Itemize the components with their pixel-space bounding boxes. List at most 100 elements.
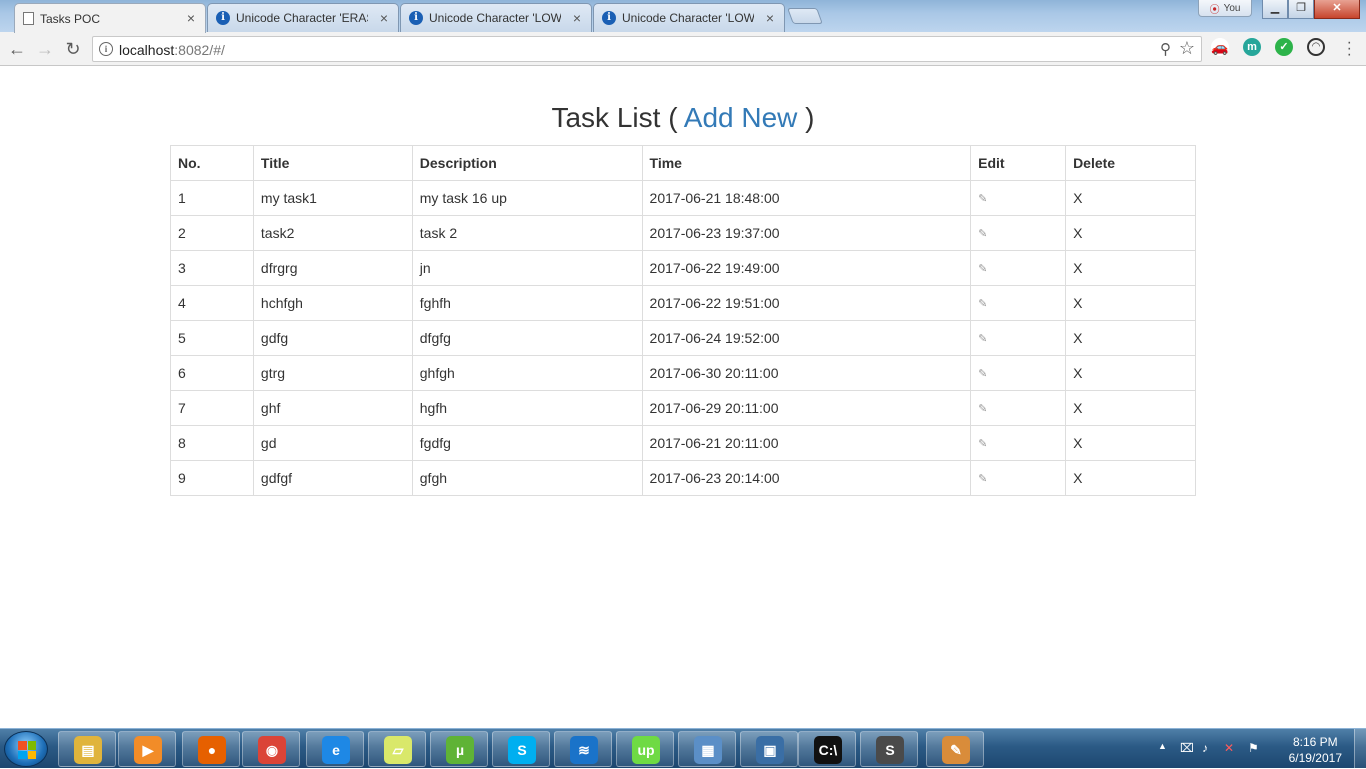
column-header-no: No. [170,145,254,181]
page-title: Task List ( Add New ) [551,102,815,133]
close-window-button[interactable]: ✕ [1314,0,1360,19]
network-error-icon[interactable]: ✕ [1224,741,1234,755]
delete-button[interactable]: X [1065,355,1196,391]
taskbar-button[interactable]: ▶ [118,731,176,767]
taskbar-button[interactable]: ▣ [740,731,798,767]
show-desktop-button[interactable] [1354,729,1366,769]
cell-time: 2017-06-23 19:37:00 [641,215,972,251]
column-header-description: Description [411,145,643,181]
reload-button[interactable]: ↻ [62,38,84,60]
taskbar-button[interactable]: S [492,731,550,767]
column-header-time: Time [641,145,972,181]
delete-button[interactable]: X [1065,285,1196,321]
taskbar-button[interactable]: ≋ [554,731,612,767]
tab-close-icon[interactable]: × [766,10,774,26]
cell-no: 1 [170,180,254,216]
taskbar-button[interactable]: ● [182,731,240,767]
tab-close-icon[interactable]: × [573,10,581,26]
clock-time: 8:16 PM [1292,735,1338,749]
action-center-icon[interactable]: ⚑ [1248,741,1259,755]
edit-icon[interactable]: ✎ [970,355,1067,391]
taskbar-button[interactable]: ▦ [678,731,736,767]
minimize-button[interactable]: ▁ [1262,0,1288,19]
edit-icon[interactable]: ✎ [970,250,1067,286]
wifi-icon: ≋ [570,736,598,764]
taskbar-button[interactable]: C:\ [798,731,856,767]
tab-title: Tasks POC [40,11,101,26]
show-hidden-icons-button[interactable]: ▲ [1158,741,1167,751]
windows-taskbar: ▤ ▶ ● ◉ e ▱ µ S ≋ up ▦ ▣ C:\ S ✎ ▲ ⌧ ♪ ✕ ⚑ 8:16 PM 6/1… [0,728,1366,769]
firefox-icon: ● [198,736,226,764]
cell-description: ghfgh [411,355,643,391]
tab-close-icon[interactable]: × [187,10,195,26]
usb-icon[interactable]: ⌧ [1180,741,1194,755]
cell-title: gdfgf [252,460,413,496]
clock[interactable]: 8:16 PM 6/19/2017 [1289,734,1342,766]
tab-unicode-low-2[interactable]: i Unicode Character 'LOW × [593,3,785,32]
edit-icon[interactable]: ✎ [970,180,1067,216]
cell-time: 2017-06-24 19:52:00 [641,320,972,356]
tab-tasks-poc[interactable]: Tasks POC × [14,3,206,33]
profile-icon: ⦿ [1209,4,1220,16]
new-tab-button[interactable] [787,8,823,24]
check-icon[interactable]: ✓ [1275,38,1293,56]
edit-icon[interactable]: ✎ [970,390,1067,426]
edit-icon[interactable]: ✎ [970,425,1067,461]
table-header-row: No. Title Description Time Edit Delete [170,145,1196,181]
taskbar-button[interactable]: ▤ [58,731,116,767]
forward-button[interactable]: → [34,38,56,60]
cell-no: 7 [170,390,254,426]
bookmark-star-icon[interactable]: ☆ [1179,38,1195,59]
maximize-button[interactable]: ❐ [1288,0,1314,19]
menu-icon[interactable]: · · · [1347,35,1352,63]
cell-description: hgfh [411,390,643,426]
cell-description: gfgh [411,460,643,496]
delete-button[interactable]: X [1065,390,1196,426]
cell-description: dfgfg [411,320,643,356]
address-bar[interactable]: i localhost:8082/#/ ⚲ ☆ [92,36,1202,62]
profile-button[interactable]: ⦿ You [1198,0,1252,17]
taskbar-button[interactable]: up [616,731,674,767]
taskbar-button[interactable]: S [860,731,918,767]
delete-button[interactable]: X [1065,425,1196,461]
clock-date: 6/19/2017 [1288,751,1342,765]
m-icon[interactable]: m [1243,38,1261,56]
delete-button[interactable]: X [1065,460,1196,496]
cell-time: 2017-06-22 19:51:00 [641,285,972,321]
delete-button[interactable]: X [1065,320,1196,356]
tab-title: Unicode Character 'ERAS [236,11,368,25]
taskbar-button[interactable]: e [306,731,364,767]
tab-title: Unicode Character 'LOW [622,11,754,25]
url-text[interactable]: localhost:8082/#/ [119,42,225,58]
site-info-icon[interactable]: i [99,42,113,56]
taskbar-button[interactable]: µ [430,731,488,767]
back-button[interactable]: ← [6,38,28,60]
tab-unicode-eras[interactable]: i Unicode Character 'ERAS × [207,3,399,32]
volume-icon[interactable]: ♪ [1202,741,1208,755]
start-button[interactable] [4,731,48,767]
gauge-icon[interactable]: ◠ [1307,38,1325,56]
edit-icon[interactable]: ✎ [970,215,1067,251]
tab-close-icon[interactable]: × [380,10,388,26]
taskbar-button[interactable]: ◉ [242,731,300,767]
edit-icon[interactable]: ✎ [970,285,1067,321]
tab-unicode-low-1[interactable]: i Unicode Character 'LOW × [400,3,592,32]
delete-button[interactable]: X [1065,180,1196,216]
utorrent-icon: µ [446,736,474,764]
delete-button[interactable]: X [1065,250,1196,286]
profile-label: You [1223,2,1241,14]
edit-icon[interactable]: ✎ [970,320,1067,356]
zoom-icon[interactable]: ⚲ [1160,40,1171,58]
cell-title: hchfgh [252,285,413,321]
taskbar-button[interactable]: ▱ [368,731,426,767]
add-new-link[interactable]: Add New [684,102,798,133]
info-icon: i [409,11,423,25]
delete-button[interactable]: X [1065,215,1196,251]
tab-title: Unicode Character 'LOW [429,11,561,25]
skype-icon: S [508,736,536,764]
car-icon[interactable]: 🚗 [1211,38,1229,56]
cell-time: 2017-06-23 20:14:00 [641,460,972,496]
cell-time: 2017-06-21 20:11:00 [641,425,972,461]
taskbar-button[interactable]: ✎ [926,731,984,767]
edit-icon[interactable]: ✎ [970,460,1067,496]
